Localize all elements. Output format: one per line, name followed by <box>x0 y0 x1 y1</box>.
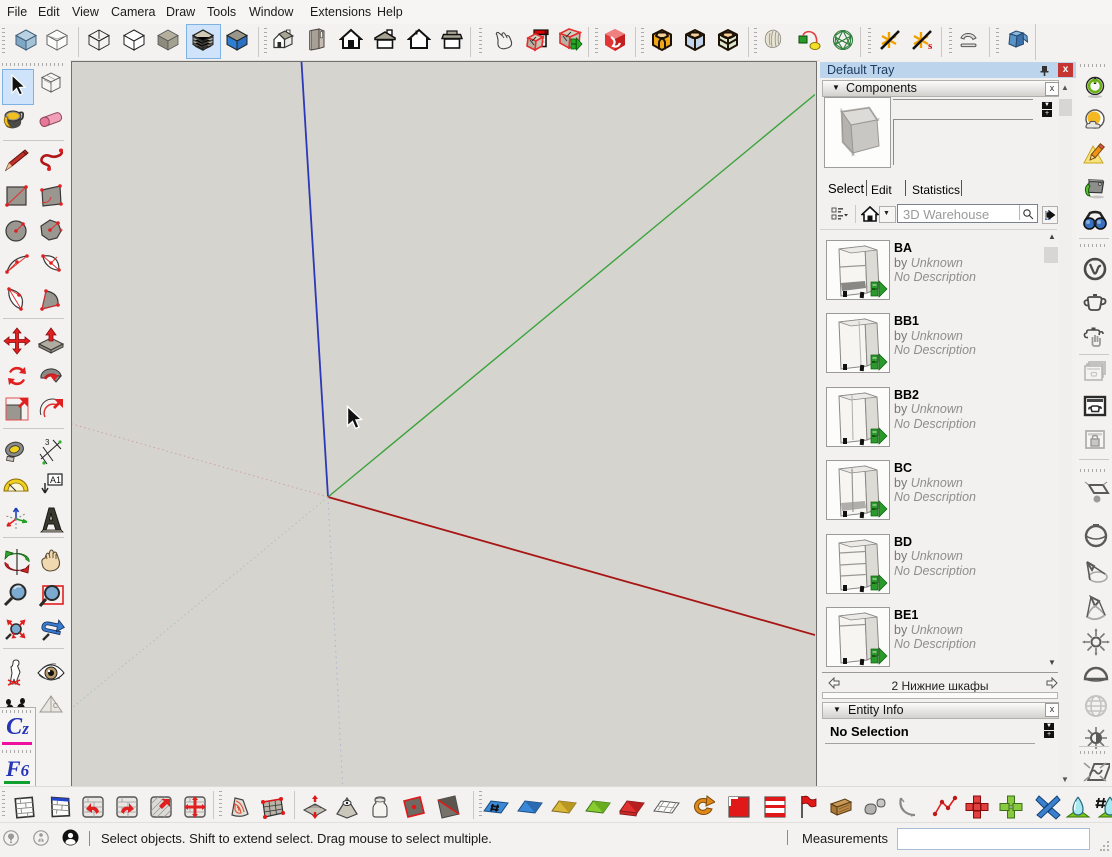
svg-text:3: 3 <box>45 438 50 447</box>
svg-text:C: C <box>53 703 58 710</box>
svg-text:s: s <box>928 40 933 52</box>
svg-text:A1: A1 <box>50 475 61 485</box>
